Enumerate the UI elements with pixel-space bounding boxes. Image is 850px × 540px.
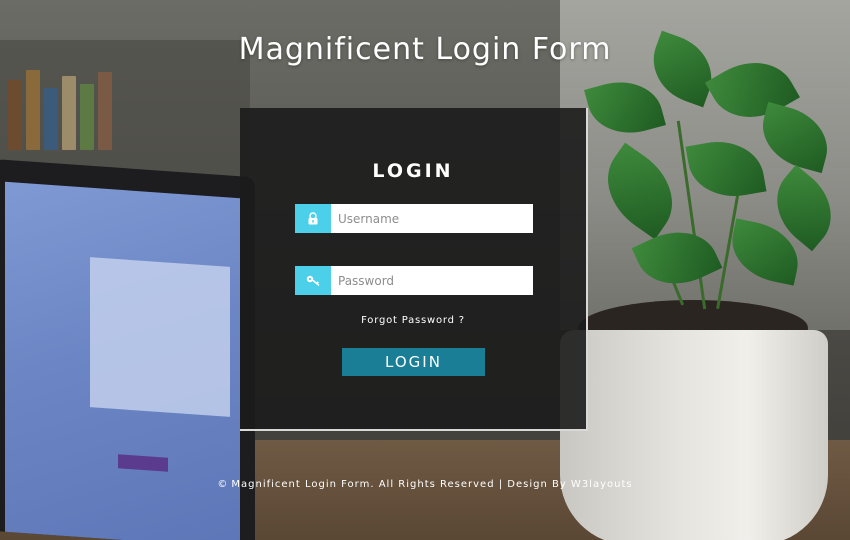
- username-input[interactable]: [331, 204, 533, 233]
- forgot-password-link[interactable]: Forgot Password ?: [240, 315, 586, 326]
- footer: © Magnificent Login Form. All Rights Rese…: [0, 479, 850, 490]
- user-icon: [295, 204, 331, 233]
- login-panel: LOGIN Forgot Password ? LOGIN: [240, 108, 588, 431]
- username-field: [295, 204, 533, 233]
- copyright-symbol: ©: [217, 479, 229, 490]
- book: [26, 70, 40, 150]
- password-field: [295, 266, 533, 295]
- background-screen-card: [90, 257, 230, 417]
- login-button[interactable]: LOGIN: [342, 348, 485, 376]
- book: [80, 84, 94, 150]
- book: [98, 72, 112, 150]
- login-heading: LOGIN: [372, 160, 454, 182]
- background-plant-pot: [560, 330, 828, 540]
- book: [62, 76, 76, 150]
- book: [44, 88, 58, 150]
- page-title: Magnificent Login Form: [238, 32, 612, 67]
- password-input[interactable]: [331, 266, 533, 295]
- book: [8, 80, 22, 150]
- key-icon: [295, 266, 331, 295]
- footer-text: Magnificent Login Form. All Rights Reser…: [231, 479, 633, 490]
